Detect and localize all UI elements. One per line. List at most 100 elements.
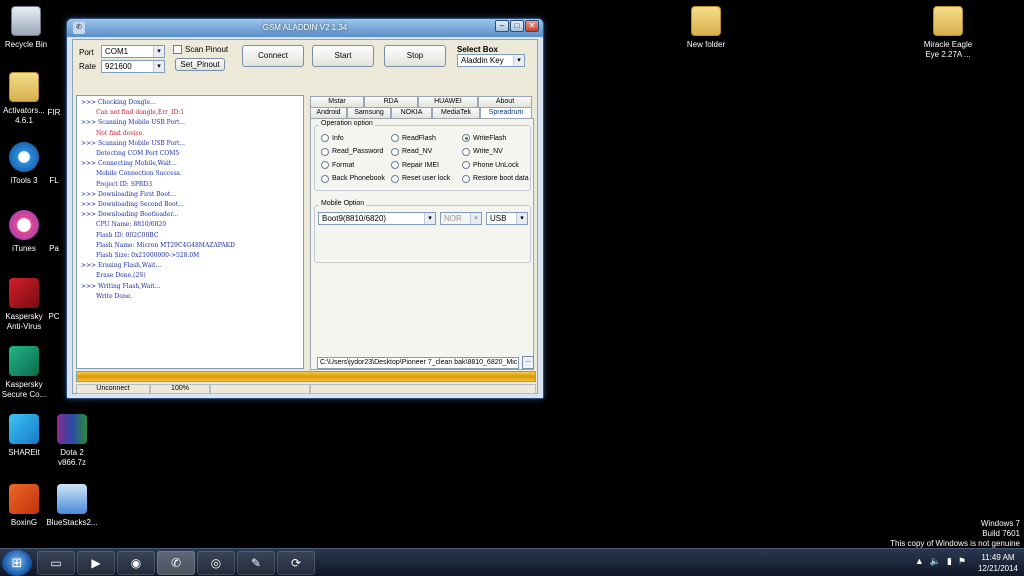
select-box-value: Aladdin Key: [461, 56, 504, 65]
stop-button[interactable]: Stop: [384, 45, 446, 67]
desktop-icon-boxing[interactable]: BoxinG: [0, 484, 50, 528]
chevron-down-icon: ▾: [153, 61, 164, 72]
radio-readflash[interactable]: ReadFlash: [391, 134, 436, 142]
radio-circle: [462, 161, 470, 169]
shareit-icon: [9, 414, 39, 444]
set-pinout-button[interactable]: Set_Pinout: [175, 58, 225, 71]
log-line: Not find device.: [96, 129, 145, 137]
radio-restore-boot-data[interactable]: Restore boot data: [462, 174, 529, 183]
clock-time: 11:49 AM: [981, 553, 1015, 562]
flag-icon[interactable]: ⚑: [958, 556, 966, 567]
close-button[interactable]: ✕: [525, 20, 539, 32]
tab-mstar[interactable]: Mstar: [310, 96, 364, 107]
log-line: Detecting COM Port COM5: [96, 150, 180, 158]
tab-mediatek[interactable]: MediaTek: [432, 107, 480, 118]
clock[interactable]: 11:49 AM 12/21/2014: [978, 552, 1018, 574]
maximize-button[interactable]: □: [510, 20, 524, 32]
desktop-icon-label: Dota 2 v866.7z: [57, 448, 87, 467]
radio-reset-user-lock[interactable]: Reset user lock: [391, 174, 450, 183]
desktop-icon-label: BoxinG: [10, 518, 38, 527]
recycle-bin-icon: [11, 6, 41, 36]
flash-type-value: NOR: [444, 214, 462, 223]
radio-write-nv[interactable]: Write_NV: [462, 147, 503, 156]
radio-repair-imei[interactable]: Repair IMEI: [391, 161, 439, 169]
desktop-icon-dota2[interactable]: Dota 2 v866.7z: [46, 414, 98, 468]
taskbar-media-player-icon[interactable]: ▶: [77, 551, 115, 575]
connection-select[interactable]: USB ▾: [486, 212, 528, 225]
watermark-line: Build 7601: [982, 529, 1020, 538]
title-bar[interactable]: ✆ GSM ALADDIN V2 1.34 – □ ✕: [67, 19, 543, 37]
desktop-icon-new-folder[interactable]: New folder: [680, 6, 732, 50]
tab-android[interactable]: Android: [310, 107, 347, 118]
tab-huawei[interactable]: HUAWEI: [418, 96, 478, 107]
desktop-icon-bluestacks[interactable]: BlueStacks2...: [46, 484, 98, 528]
tab-rda[interactable]: RDA: [364, 96, 418, 107]
rate-select[interactable]: 921600 ▾: [101, 60, 165, 73]
radio-phone-unlock[interactable]: Phone UnLock: [462, 161, 519, 169]
radio-label: Format: [332, 161, 355, 169]
file-path-input[interactable]: C:\Users\jydor23\Desktop\Pioneer 7_clean…: [317, 357, 519, 369]
tray-expand-icon[interactable]: ▲: [915, 556, 924, 567]
radio-circle: [462, 134, 470, 142]
radio-format[interactable]: Format: [321, 161, 354, 169]
mobile-model-select[interactable]: Boot9(8810/6820) ▾: [318, 212, 436, 225]
start-button[interactable]: ⊞: [2, 550, 32, 576]
tab-samsung[interactable]: Samsung: [347, 107, 391, 118]
tab-nokia[interactable]: NOKIA: [391, 107, 432, 118]
taskbar-itools-icon[interactable]: ◎: [197, 551, 235, 575]
log-line: >>> Connecting Mobile,Wait...: [81, 160, 177, 168]
chevron-down-icon: ▾: [513, 55, 524, 66]
minimize-button[interactable]: –: [495, 20, 509, 32]
desktop-icon-label: SHAREit: [8, 448, 40, 457]
log-line: Project ID: SPRD3: [96, 180, 153, 188]
log-line: Write Done.: [96, 292, 133, 300]
folder-icon: [691, 6, 721, 36]
status-bar: Unconnect 100%: [76, 384, 536, 394]
itunes-icon: [9, 210, 39, 240]
chevron-down-icon: ▾: [153, 46, 164, 57]
radio-writeflash[interactable]: WriteFlash: [462, 134, 506, 142]
scan-pinout-checkbox[interactable]: Scan Pinout: [173, 45, 228, 54]
taskbar-folder-icon[interactable]: ▭: [37, 551, 75, 575]
radio-back-phonebook[interactable]: Back Phonebook: [321, 174, 385, 183]
radio-info[interactable]: Info: [321, 134, 344, 142]
status-empty-2: [310, 384, 536, 394]
desktop-icon-shareit[interactable]: SHAREit: [0, 414, 50, 458]
tab-about[interactable]: About: [478, 96, 532, 107]
radio-read-password[interactable]: Read_Password: [321, 147, 383, 156]
log-line: >>> Downloading First Boot...: [81, 190, 177, 198]
taskbar-notepad-icon[interactable]: ✎: [237, 551, 275, 575]
partial-label: PC: [48, 312, 60, 321]
mobile-model-value: Boot9(8810/6820): [322, 214, 387, 223]
taskbar-chrome-icon[interactable]: ◉: [117, 551, 155, 575]
log-line: Mobile Connection Success.: [96, 170, 182, 178]
desktop-icon-kaspersky-secure[interactable]: Kaspersky Secure Co...: [0, 346, 50, 400]
taskbar-aladdin-icon[interactable]: ✆: [157, 551, 195, 575]
radio-label: Back Phonebook: [332, 175, 385, 182]
network-icon[interactable]: ▮: [947, 556, 952, 567]
select-box-dropdown[interactable]: Aladdin Key ▾: [457, 54, 525, 67]
desktop-icon-miracle-eagle[interactable]: Miracle Eagle Eye 2.27A ...: [922, 6, 974, 60]
desktop-icon-recycle-bin[interactable]: Recycle Bin: [0, 6, 52, 50]
tab-spreadrum[interactable]: Spreadrum: [480, 107, 532, 118]
mobile-option-group: Mobile Option Boot9(8810/6820) ▾ NOR ▾ U…: [314, 200, 531, 263]
scan-pinout-label: Scan Pinout: [185, 45, 229, 54]
log-line: >>> Downloading Second Boot...: [81, 201, 184, 209]
port-select[interactable]: COM1 ▾: [101, 45, 165, 58]
browse-button[interactable]: ...: [522, 356, 534, 369]
radio-read-nv[interactable]: Read_NV: [391, 147, 432, 156]
checkbox-box: [173, 45, 182, 54]
partial-label: FIR: [47, 108, 61, 117]
radio-label: Phone UnLock: [473, 161, 519, 169]
connection-value: USB: [490, 214, 507, 223]
radio-circle: [321, 174, 329, 183]
volume-icon[interactable]: 🔈: [930, 556, 941, 567]
radio-label: WriteFlash: [473, 134, 507, 142]
connect-button[interactable]: Connect: [242, 45, 304, 67]
tab-row-bottom: Android Samsung NOKIA MediaTek Spreadrum: [310, 107, 532, 118]
desktop-icon-kaspersky[interactable]: Kaspersky Anti-Virus: [0, 278, 50, 332]
start-button[interactable]: Start: [312, 45, 374, 67]
spreadrum-panel: Operation option Info Read_Password Format…: [310, 118, 534, 370]
taskbar-shareit-icon[interactable]: ⟳: [277, 551, 315, 575]
desktop-icon-label: Recycle Bin: [4, 40, 48, 49]
